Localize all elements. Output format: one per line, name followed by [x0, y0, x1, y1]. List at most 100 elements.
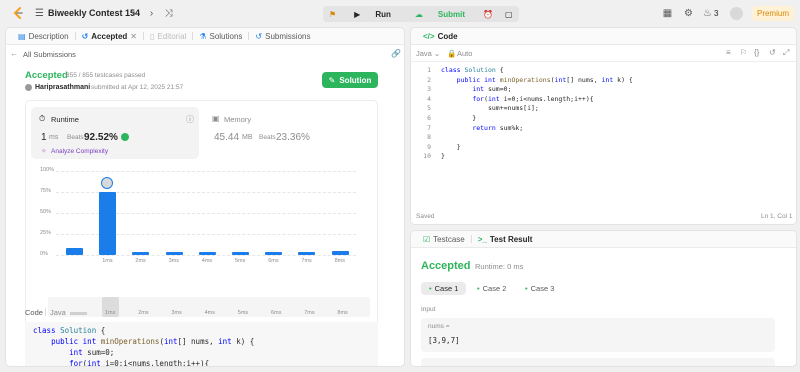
tab-description[interactable]: ▤ Description	[12, 28, 75, 45]
y-tick-label: 75%	[40, 188, 52, 194]
timer-icon[interactable]: ⏰	[477, 6, 499, 22]
editor-code-line[interactable]: class Solution {	[441, 66, 504, 74]
solution-button[interactable]: ✎ Solution	[322, 72, 378, 88]
chevron-left-icon[interactable]: ‹	[128, 8, 139, 19]
line-number: 8	[427, 133, 431, 142]
top-bar: ☰ Biweekly Contest 154 ‹ › ⤨ ⚑ ▶ Run ☁ Sub…	[0, 0, 800, 27]
chart-bar[interactable]	[232, 252, 249, 255]
flask-icon: ⚗	[199, 31, 207, 41]
rank-icon	[121, 133, 129, 141]
editor-code-line[interactable]: }	[441, 152, 445, 160]
line-number: 4	[427, 94, 431, 103]
cloud-upload-icon: ☁	[414, 9, 423, 19]
tab-solutions[interactable]: ⚗ Solutions	[193, 28, 248, 45]
editor-code-line[interactable]: }	[441, 143, 461, 151]
layout-icon[interactable]: ▦	[662, 8, 673, 19]
chart-bar[interactable]	[298, 252, 316, 255]
tab-test-result[interactable]: >_ Test Result	[472, 231, 539, 248]
close-icon[interactable]: ✕	[130, 32, 137, 41]
contest-title[interactable]: Biweekly Contest 154	[48, 8, 140, 18]
submit-label: Submit	[437, 9, 465, 19]
chart-bar[interactable]	[198, 252, 216, 255]
tab-code[interactable]: </> Code	[417, 28, 464, 45]
premium-button[interactable]: Premium	[752, 6, 794, 21]
divider	[45, 308, 46, 316]
line-number: 1	[427, 66, 431, 74]
chart-bar[interactable]	[99, 192, 117, 255]
chart-bar[interactable]	[331, 250, 349, 255]
x-tick-label: 4ms	[201, 258, 213, 264]
var-value: [3,9,7]	[428, 336, 460, 345]
avatar[interactable]	[730, 7, 743, 20]
bookmark-icon[interactable]: ⚐	[740, 48, 747, 57]
leetcode-logo-icon[interactable]	[11, 6, 25, 20]
bug-icon[interactable]: ⚑	[323, 6, 342, 22]
submit-button[interactable]: ☁ Submit	[403, 6, 477, 22]
runtime-unit: ms	[49, 134, 59, 141]
tab-testcase[interactable]: ☑ Testcase	[417, 231, 471, 248]
description-icon: ▤	[18, 31, 26, 41]
link-icon[interactable]: 🔗	[391, 49, 401, 58]
braces-icon[interactable]: {}	[754, 48, 759, 57]
shuffle-icon[interactable]: ⤨	[163, 8, 174, 19]
analyze-complexity-link[interactable]: Analyze Complexity	[51, 148, 108, 155]
memory-beats-label: Beats	[259, 134, 276, 141]
editor-code-line[interactable]: for(int i=0;i<nums.length;i++){	[441, 95, 593, 103]
x-tick-label: 7ms	[301, 258, 312, 264]
chart-minimap[interactable]: 1ms 2ms 3ms 4ms 5ms 6ms 7ms 8ms	[48, 297, 370, 317]
language-select[interactable]: Java ⌄	[416, 49, 440, 58]
x-tick-label: 8ms	[334, 258, 345, 264]
y-tick-label: 100%	[40, 167, 55, 173]
runtime-card[interactable]: ⏱ Runtime ⓘ 1 ms Beats 92.52% ✧ Analyze …	[31, 107, 199, 159]
code-preview: class Solution { public int minOperation…	[25, 322, 378, 367]
terminal-icon: >_	[477, 234, 487, 244]
case-label: Case 1	[434, 284, 459, 293]
x-tick-label: 1ms	[102, 258, 113, 264]
format-icon[interactable]: ≡	[726, 48, 731, 57]
gear-icon[interactable]: ⚙	[683, 8, 694, 19]
fire-icon[interactable]: ♨	[703, 8, 712, 19]
run-button[interactable]: ▶ Run	[342, 6, 403, 22]
info-icon[interactable]: ⓘ	[186, 114, 194, 125]
line-number: 9	[427, 142, 431, 151]
editor-code-line[interactable]: int sum=0;	[441, 85, 511, 93]
tab-accepted[interactable]: ↺ Accepted ✕	[76, 28, 143, 45]
editor-code-line[interactable]: sum+=nums[i];	[441, 104, 539, 112]
back-arrow-icon[interactable]: ←	[10, 49, 18, 58]
tab-submissions[interactable]: ↺ Submissions	[249, 28, 316, 45]
reset-icon[interactable]: ↺	[769, 48, 776, 57]
result-panel: ☑ Testcase >_ Test Result Accepted Runtime…	[410, 230, 797, 367]
note-icon[interactable]: ▢	[499, 6, 519, 22]
editor-code-line[interactable]: }	[441, 114, 476, 122]
code-icon: </>	[423, 31, 435, 41]
minimap-label: 6ms	[271, 310, 282, 316]
case-tab-3[interactable]: • Case 3	[517, 282, 562, 295]
memory-unit: MB	[242, 134, 253, 141]
y-tick-label: 25%	[40, 230, 52, 236]
chart-gridline	[56, 171, 356, 172]
editor-code-line[interactable]: public int minOperations(int[] nums, int…	[441, 76, 633, 84]
tab-testcase-label: Testcase	[433, 234, 465, 244]
chart-bar[interactable]	[66, 248, 83, 255]
code-editor[interactable]: 1 class Solution {2 public int minOperati…	[411, 66, 796, 206]
case-tab-2[interactable]: • Case 2	[469, 282, 514, 295]
chart-bar[interactable]	[132, 252, 150, 255]
chevron-right-icon[interactable]: ›	[146, 8, 157, 19]
tab-editorial[interactable]: ▯ Editorial	[144, 28, 192, 45]
divider	[411, 61, 796, 62]
code-line: for(int i=0;i<nums.length;i++){	[69, 359, 210, 367]
all-submissions-link[interactable]: All Submissions	[23, 50, 76, 59]
memory-title: Memory	[224, 115, 252, 124]
x-tick-label: 3ms	[168, 258, 179, 264]
line-number: 7	[427, 123, 431, 132]
minimap-label: 7ms	[304, 310, 315, 316]
expand-icon[interactable]: ⤢	[783, 48, 789, 58]
chart-bar[interactable]	[165, 252, 183, 255]
tab-description-label: Description	[28, 31, 69, 41]
auto-mode[interactable]: Auto	[457, 49, 472, 58]
username[interactable]: Hariprasathmani	[35, 84, 90, 91]
editor-code-line[interactable]: return sum%k;	[441, 124, 523, 132]
list-icon[interactable]: ☰	[34, 8, 45, 19]
case-tab-1[interactable]: • Case 1	[421, 282, 467, 295]
chart-bar[interactable]	[265, 252, 283, 255]
